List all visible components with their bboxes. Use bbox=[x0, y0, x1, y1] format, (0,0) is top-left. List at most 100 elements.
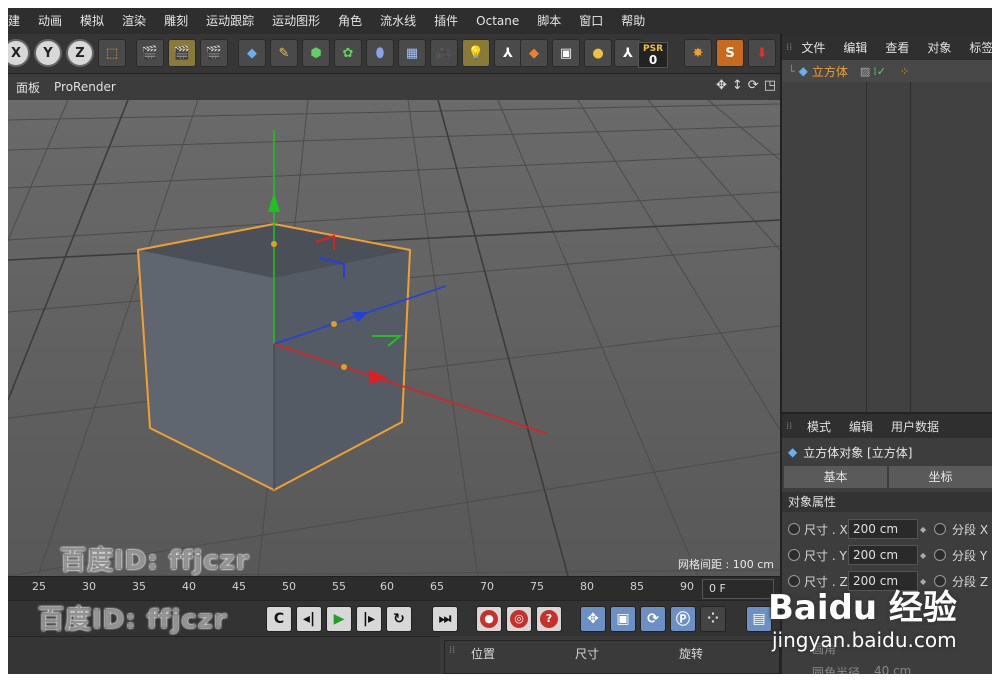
y-axis-point bbox=[271, 241, 277, 247]
attr-menu-mode[interactable]: 模式 bbox=[798, 418, 840, 435]
menu-mograph[interactable]: 运动图形 bbox=[263, 8, 329, 34]
x-axis-lock-button[interactable]: X bbox=[8, 39, 30, 67]
menu-help[interactable]: 帮助 bbox=[612, 8, 654, 34]
keyframe-radio[interactable] bbox=[788, 549, 800, 561]
menu-create[interactable]: 建 bbox=[8, 8, 29, 34]
z-axis-lock-button[interactable]: Z bbox=[66, 39, 94, 67]
tab-coord[interactable]: 坐标 bbox=[889, 466, 992, 488]
menu-pipeline[interactable]: 流水线 bbox=[371, 8, 425, 34]
add-cube-button[interactable]: ◆ bbox=[238, 39, 266, 67]
play-button[interactable]: ▶ bbox=[326, 606, 352, 632]
panel-grip-icon[interactable]: ⁞⁞ bbox=[445, 645, 461, 656]
menu-sculpt[interactable]: 雕刻 bbox=[155, 8, 197, 34]
record-button[interactable]: ● bbox=[476, 606, 502, 632]
add-tag-button[interactable]: ▣ bbox=[552, 39, 580, 67]
psr-value: 0 bbox=[648, 53, 658, 67]
column-divider bbox=[866, 60, 867, 412]
menu-simulate[interactable]: 模拟 bbox=[71, 8, 113, 34]
baidu-url: jingyan.baidu.com bbox=[772, 628, 957, 652]
y-axis-lock-button[interactable]: Y bbox=[34, 39, 62, 67]
cube-icon: ◆ bbox=[798, 64, 808, 78]
timeline-ruler[interactable]: 25 30 35 40 45 50 55 60 65 70 75 80 85 9… bbox=[8, 576, 780, 600]
attr-menu-userdata[interactable]: 用户数据 bbox=[882, 418, 948, 435]
menu-plugins[interactable]: 插件 bbox=[425, 8, 467, 34]
rotate-view-icon[interactable]: ⟳ bbox=[748, 78, 759, 93]
tick-label: 35 bbox=[132, 580, 146, 593]
menu-motion-tracking[interactable]: 运动跟踪 bbox=[197, 8, 263, 34]
visibility-check-icon[interactable]: ⁞✓ bbox=[873, 65, 886, 78]
menu-character[interactable]: 角色 bbox=[329, 8, 371, 34]
spinner-icon[interactable]: ◆ bbox=[920, 525, 928, 534]
key-scale-button[interactable]: ▣ bbox=[610, 606, 636, 632]
3d-viewport[interactable]: 网格间距 : 100 cm bbox=[8, 100, 780, 576]
cinema4d-window: 建 动画 模拟 渲染 雕刻 运动跟踪 运动图形 角色 流水线 插件 Octane… bbox=[8, 8, 992, 674]
add-character-button[interactable]: ⅄ bbox=[494, 39, 522, 67]
key-position-button[interactable]: ✥ bbox=[580, 606, 606, 632]
add-spline-button[interactable]: ✎ bbox=[270, 39, 298, 67]
object-manager-menu: ⁞⁞ 文件 编辑 查看 对象 标签 bbox=[782, 34, 992, 60]
panel-grip-icon[interactable]: ⁞⁞ bbox=[782, 421, 798, 432]
viewport-menu-panel[interactable]: 面板 bbox=[8, 79, 54, 96]
coordinate-system-button[interactable]: ⬚ bbox=[98, 39, 126, 67]
menu-script[interactable]: 脚本 bbox=[528, 8, 570, 34]
menu-render[interactable]: 渲染 bbox=[113, 8, 155, 34]
menu-animation[interactable]: 动画 bbox=[29, 8, 71, 34]
keyframe-selection-button[interactable]: ? bbox=[536, 606, 562, 632]
go-to-end-button[interactable]: ⏭ bbox=[432, 606, 458, 632]
transport-bar: 百度ID: ffjczr C ◂| ▶ |▸ ↻ ⏭ ● ◎ ? ✥ ▣ ⟳ Ⓟ… bbox=[8, 600, 780, 636]
add-floor-button[interactable]: ▦ bbox=[398, 39, 426, 67]
attr-menu-edit[interactable]: 编辑 bbox=[840, 418, 882, 435]
object-menu-file[interactable]: 文件 bbox=[792, 39, 834, 56]
object-menu-view[interactable]: 查看 bbox=[876, 39, 918, 56]
zoom-view-icon[interactable]: ↕ bbox=[732, 78, 743, 93]
autokey-button[interactable]: ◎ bbox=[506, 606, 532, 632]
maximize-view-icon[interactable]: ◳ bbox=[764, 78, 776, 93]
array-icon: ✿ bbox=[342, 45, 354, 61]
step-back-icon: ◂| bbox=[302, 611, 316, 627]
object-menu-objects[interactable]: 对象 bbox=[918, 39, 960, 56]
go-to-start-button[interactable]: C bbox=[266, 606, 292, 632]
render-settings-button[interactable]: 🎬 bbox=[200, 39, 228, 67]
material-tag-icon[interactable]: ⁘ bbox=[900, 65, 909, 78]
import-button[interactable]: ⬇ bbox=[748, 39, 776, 67]
baidu-logo: Baidu 经验 bbox=[768, 588, 957, 628]
add-array-button[interactable]: ✿ bbox=[334, 39, 362, 67]
render-view-button[interactable]: 🎬 bbox=[136, 39, 164, 67]
viewport-menu-prorender[interactable]: ProRender bbox=[54, 80, 130, 94]
object-menu-tags[interactable]: 标签 bbox=[960, 39, 992, 56]
size-y-input[interactable]: 200 cm bbox=[848, 545, 918, 565]
object-row-cube[interactable]: └ ◆ 立方体 ▨ ⁞✓ ⁘ bbox=[782, 60, 992, 82]
menu-window[interactable]: 窗口 bbox=[570, 8, 612, 34]
menu-octane[interactable]: Octane bbox=[467, 8, 528, 34]
keyframe-radio[interactable] bbox=[788, 523, 800, 535]
spinner-icon[interactable]: ◆ bbox=[920, 551, 928, 560]
next-key-button[interactable]: |▸ bbox=[356, 606, 382, 632]
script-s-button[interactable]: S bbox=[716, 39, 744, 67]
add-camera-button[interactable]: 🎥 bbox=[430, 39, 458, 67]
add-light-button[interactable]: 💡 bbox=[462, 39, 490, 67]
key-rotation-button[interactable]: ⟳ bbox=[640, 606, 666, 632]
panel-grip-icon[interactable]: ⁞⁞ bbox=[782, 42, 792, 53]
key-param-button[interactable]: Ⓟ bbox=[670, 606, 696, 632]
workplane-button[interactable]: ● bbox=[584, 39, 612, 67]
add-subdivision-button[interactable]: ⬢ bbox=[302, 39, 330, 67]
object-menu-edit[interactable]: 编辑 bbox=[834, 39, 876, 56]
loop-button[interactable]: ↻ bbox=[386, 606, 412, 632]
move-view-icon[interactable]: ✥ bbox=[716, 78, 727, 93]
key-pla-button[interactable]: ⁘ bbox=[700, 606, 726, 632]
main-toolbar: X Y Z ⬚ 🎬 🎬 🎬 ◆ ✎ ⬢ ✿ ⬮ ▦ 🎥 💡 ⅄ ◆ ▣ ● ⅄ … bbox=[8, 34, 780, 74]
material-manager-area bbox=[8, 636, 440, 674]
size-x-input[interactable]: 200 cm bbox=[848, 519, 918, 539]
x-axis-point bbox=[341, 364, 347, 370]
add-material-button[interactable]: ◆ bbox=[520, 39, 548, 67]
layer-icon[interactable]: ▨ bbox=[860, 65, 870, 78]
current-frame-field[interactable]: 0 F bbox=[702, 579, 774, 599]
tab-basic[interactable]: 基本 bbox=[784, 466, 887, 488]
keyframe-radio[interactable] bbox=[934, 523, 946, 535]
psr-display[interactable]: PSR 0 bbox=[638, 42, 668, 68]
keyframe-radio[interactable] bbox=[934, 549, 946, 561]
previous-key-button[interactable]: ◂| bbox=[296, 606, 322, 632]
explode-button[interactable]: ✸ bbox=[684, 39, 712, 67]
render-picture-viewer-button[interactable]: 🎬 bbox=[168, 39, 196, 67]
add-deformer-button[interactable]: ⬮ bbox=[366, 39, 394, 67]
